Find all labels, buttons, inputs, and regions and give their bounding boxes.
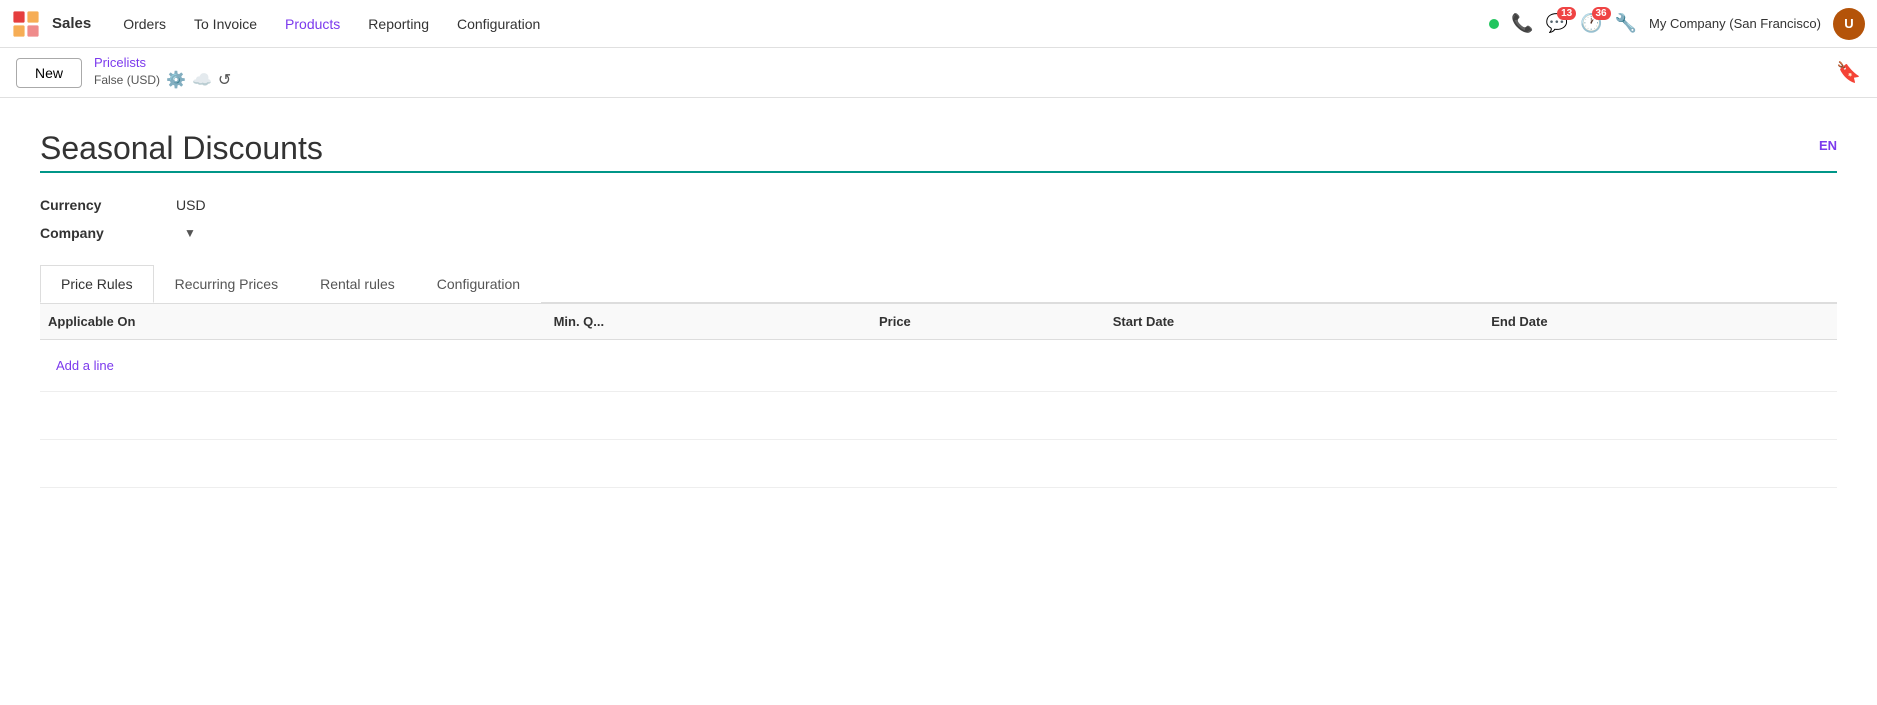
tabs-container: Price Rules Recurring Prices Rental rule… xyxy=(40,265,1837,303)
col-min-qty: Min. Q... xyxy=(546,304,871,340)
new-button[interactable]: New xyxy=(16,58,82,88)
tab-configuration[interactable]: Configuration xyxy=(416,265,541,303)
refresh-icon[interactable]: ↺ xyxy=(218,70,231,90)
company-dropdown-arrow[interactable]: ▼ xyxy=(184,226,196,240)
top-navbar: Sales Orders To Invoice Products Reporti… xyxy=(0,0,1877,48)
company-name: My Company (San Francisco) xyxy=(1649,16,1821,31)
lang-badge[interactable]: EN xyxy=(1819,130,1837,153)
nav-orders[interactable]: Orders xyxy=(111,10,178,38)
user-avatar[interactable]: U xyxy=(1833,8,1865,40)
form-fields: Currency USD Company ▼ xyxy=(40,197,1837,241)
add-line-row: Add a line xyxy=(40,340,1837,392)
breadcrumb-sub: False (USD) ⚙️ ☁️ ↺ xyxy=(94,70,231,90)
nav-reporting[interactable]: Reporting xyxy=(356,10,441,38)
section-spacer-1 xyxy=(40,392,1837,440)
col-end-date: End Date xyxy=(1483,304,1837,340)
app-brand: Sales xyxy=(52,15,91,32)
currency-row: Currency USD xyxy=(40,197,1837,213)
company-select[interactable]: ▼ xyxy=(176,226,196,240)
nav-to-invoice[interactable]: To Invoice xyxy=(182,10,269,38)
gear-icon[interactable]: ⚙️ xyxy=(166,70,186,90)
nav-products[interactable]: Products xyxy=(273,10,352,38)
form-title-row: EN xyxy=(40,130,1837,173)
navbar-right: 📞 💬 13 🕐 36 🔧 My Company (San Francisco)… xyxy=(1489,8,1865,40)
form-title-input[interactable] xyxy=(40,130,1819,167)
section-spacer-2 xyxy=(40,440,1837,488)
add-line-button[interactable]: Add a line xyxy=(48,350,122,381)
price-rules-table: Applicable On Min. Q... Price Start Date… xyxy=(40,303,1837,392)
clock-badge: 36 xyxy=(1592,7,1611,20)
company-row: Company ▼ xyxy=(40,225,1837,241)
tab-rental-rules[interactable]: Rental rules xyxy=(299,265,416,303)
messages-badge: 13 xyxy=(1557,7,1576,20)
tab-price-rules[interactable]: Price Rules xyxy=(40,265,154,303)
app-logo xyxy=(12,10,40,38)
main-nav: Orders To Invoice Products Reporting Con… xyxy=(111,10,1485,38)
currency-value: USD xyxy=(176,197,206,213)
messages-icon[interactable]: 💬 13 xyxy=(1546,13,1568,34)
breadcrumb-subtitle: False (USD) xyxy=(94,73,160,87)
company-label: Company xyxy=(40,225,160,241)
breadcrumb-info: Pricelists False (USD) ⚙️ ☁️ ↺ xyxy=(94,55,231,90)
status-indicator xyxy=(1489,19,1499,29)
settings-icon[interactable]: 🔧 xyxy=(1615,13,1637,34)
bookmark-icon[interactable]: 🔖 xyxy=(1836,60,1861,85)
currency-label: Currency xyxy=(40,197,160,213)
table-header-row: Applicable On Min. Q... Price Start Date… xyxy=(40,304,1837,340)
phone-icon[interactable]: 📞 xyxy=(1511,13,1533,34)
clock-icon[interactable]: 🕐 36 xyxy=(1580,13,1602,34)
cloud-icon[interactable]: ☁️ xyxy=(192,70,212,90)
col-applicable-on: Applicable On xyxy=(40,304,546,340)
tab-recurring-prices[interactable]: Recurring Prices xyxy=(154,265,299,303)
breadcrumb-bar: New Pricelists False (USD) ⚙️ ☁️ ↺ 🔖 xyxy=(0,48,1877,98)
col-price: Price xyxy=(871,304,1105,340)
col-start-date: Start Date xyxy=(1105,304,1484,340)
breadcrumb-pricelists-link[interactable]: Pricelists xyxy=(94,55,231,70)
nav-configuration[interactable]: Configuration xyxy=(445,10,552,38)
main-content: EN Currency USD Company ▼ Price Rules Re… xyxy=(0,98,1877,520)
